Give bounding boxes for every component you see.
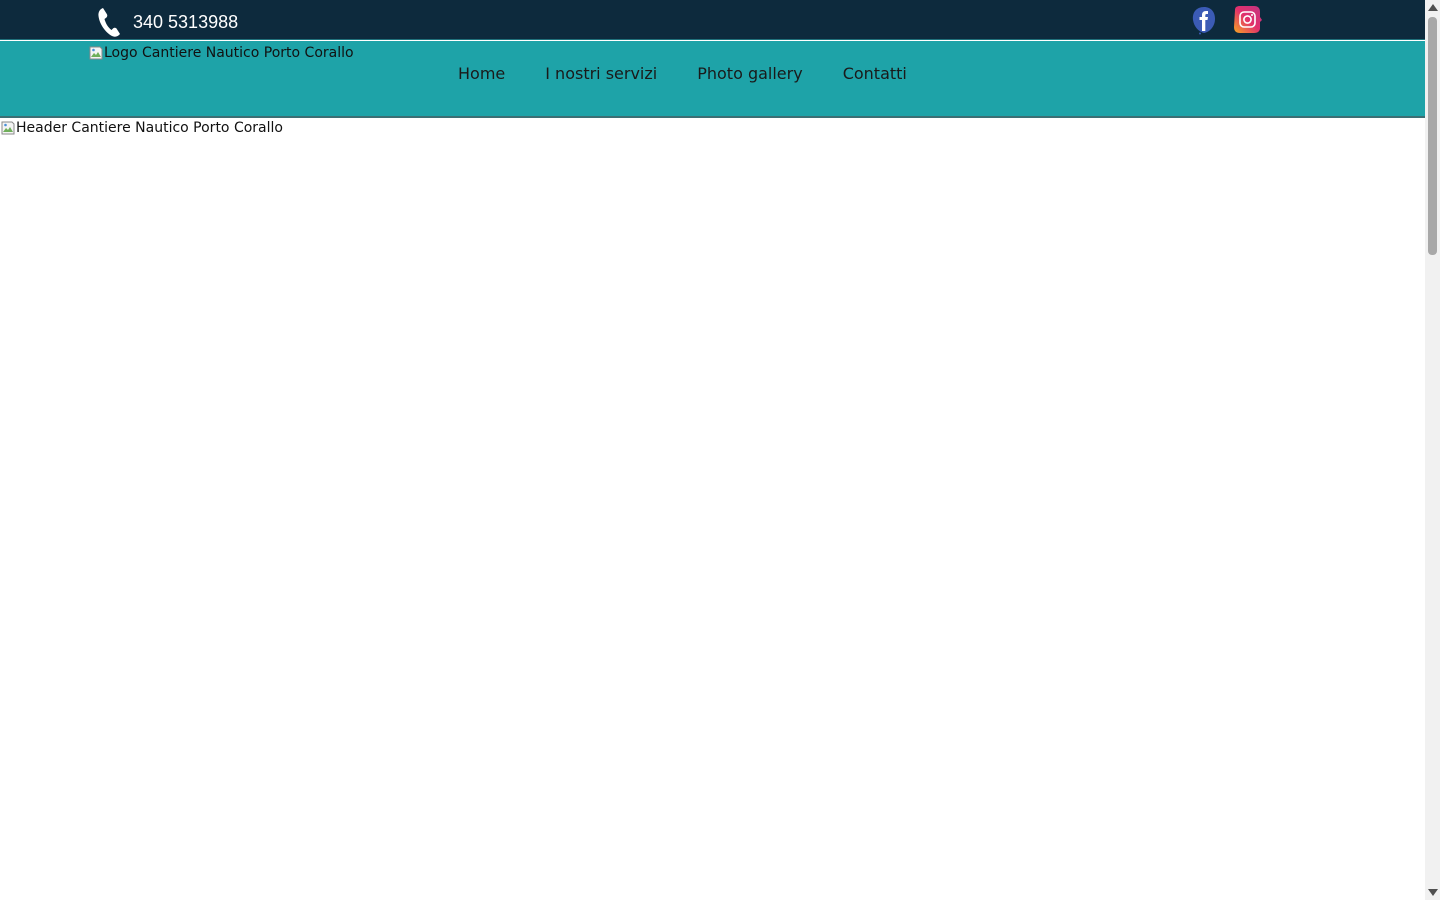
facebook-icon[interactable]	[1190, 5, 1218, 35]
scroll-down-arrow-icon[interactable]	[1428, 889, 1438, 896]
nav-item-photo-gallery[interactable]: Photo gallery	[677, 63, 822, 85]
social-links	[1190, 5, 1262, 35]
page-content: 340 5313988 Logo Cantiere Nautico Porto …	[0, 0, 1425, 900]
nav-item-home[interactable]: Home	[438, 63, 525, 85]
phone-link[interactable]: 340 5313988	[96, 6, 238, 38]
vertical-scrollbar[interactable]	[1425, 0, 1440, 900]
header-image-alt-text: Header Cantiere Nautico Porto Corallo	[16, 120, 283, 136]
nav-bar: Logo Cantiere Nautico Porto Corallo Home…	[0, 41, 1425, 118]
broken-image-icon	[0, 120, 16, 136]
page: 340 5313988 Logo Cantiere Nautico Porto …	[0, 0, 1440, 900]
nav-item-contatti[interactable]: Contatti	[823, 63, 927, 85]
scrollbar-thumb[interactable]	[1428, 17, 1437, 255]
phone-number: 340 5313988	[133, 12, 239, 32]
logo[interactable]: Logo Cantiere Nautico Porto Corallo	[88, 45, 354, 61]
broken-image-icon	[88, 45, 104, 61]
main-nav: Home I nostri servizi Photo gallery Cont…	[438, 63, 927, 85]
scroll-up-arrow-icon[interactable]	[1428, 4, 1438, 11]
top-bar: 340 5313988	[0, 0, 1425, 40]
nav-item-servizi[interactable]: I nostri servizi	[525, 63, 677, 85]
header-image: Header Cantiere Nautico Porto Corallo	[0, 120, 283, 136]
logo-alt-text: Logo Cantiere Nautico Porto Corallo	[104, 45, 354, 61]
phone-icon	[96, 6, 124, 38]
instagram-icon[interactable]	[1232, 5, 1262, 35]
